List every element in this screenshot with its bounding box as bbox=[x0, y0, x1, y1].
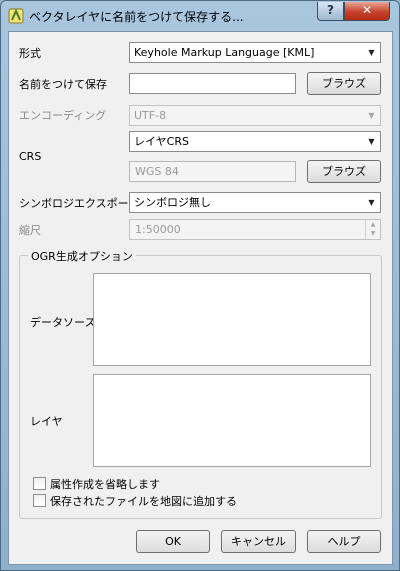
format-value: Keyhole Markup Language [KML] bbox=[134, 46, 315, 59]
format-dropdown[interactable]: Keyhole Markup Language [KML] ▼ bbox=[129, 42, 381, 63]
crs-dropdown[interactable]: レイヤCRS ▼ bbox=[129, 131, 381, 152]
scale-value: 1:50000 bbox=[135, 223, 181, 236]
format-label: 形式 bbox=[19, 47, 41, 60]
layer-label: レイヤ bbox=[30, 415, 63, 428]
browse-file-button[interactable]: ブラウズ bbox=[307, 72, 381, 95]
save-vector-layer-dialog: ベクタレイヤに名前をつけて保存する... ? ✕ 形式 Keyhole Mark… bbox=[0, 0, 400, 571]
symbology-label: シンボロジエクスポート bbox=[19, 197, 140, 210]
save-as-input[interactable] bbox=[129, 73, 296, 94]
spin-down-icon: ▼ bbox=[370, 230, 376, 237]
layer-options-textarea[interactable] bbox=[93, 374, 371, 467]
chevron-down-icon: ▼ bbox=[368, 198, 375, 207]
browse-crs-button[interactable]: ブラウズ bbox=[307, 160, 381, 183]
ok-button[interactable]: OK bbox=[136, 530, 210, 553]
add-to-map-label: 保存されたファイルを地図に追加する bbox=[50, 495, 237, 508]
crs-label: CRS bbox=[19, 150, 42, 163]
title-help-button[interactable]: ? bbox=[317, 2, 344, 21]
title-bar[interactable]: ベクタレイヤに名前をつけて保存する... ? ✕ bbox=[1, 1, 399, 31]
symbology-value: シンボロジ無し bbox=[134, 196, 211, 209]
skip-attributes-checkbox[interactable] bbox=[33, 477, 46, 490]
add-to-map-checkbox[interactable] bbox=[33, 494, 46, 507]
datasource-label: データソース bbox=[30, 316, 96, 329]
qgis-app-icon bbox=[8, 8, 24, 24]
crs-value: レイヤCRS bbox=[134, 135, 189, 148]
window-title: ベクタレイヤに名前をつけて保存する... bbox=[29, 10, 244, 24]
encoding-label: エンコーディング bbox=[19, 109, 107, 122]
scale-label: 縮尺 bbox=[19, 224, 41, 237]
ogr-options-group: OGR生成オプション データソース レイヤ 属性作成を省略します 保存されたファ… bbox=[19, 248, 382, 519]
dialog-body: 形式 Keyhole Markup Language [KML] ▼ 名前をつけ… bbox=[8, 31, 393, 565]
encoding-value: UTF-8 bbox=[134, 109, 167, 122]
save-as-label: 名前をつけて保存 bbox=[19, 78, 107, 91]
spin-up-icon: ▲ bbox=[370, 221, 376, 228]
close-button[interactable]: ✕ bbox=[344, 2, 390, 21]
crs-name-field: WGS 84 bbox=[129, 161, 296, 182]
chevron-down-icon: ▼ bbox=[368, 111, 375, 120]
chevron-down-icon: ▼ bbox=[368, 48, 375, 57]
datasource-options-textarea[interactable] bbox=[93, 273, 371, 366]
scale-spinbox[interactable]: 1:50000 ▲ ▼ bbox=[129, 219, 381, 240]
ogr-group-title: OGR生成オプション bbox=[28, 248, 136, 264]
chevron-down-icon: ▼ bbox=[368, 137, 375, 146]
help-button[interactable]: ヘルプ bbox=[307, 530, 381, 553]
cancel-button[interactable]: キャンセル bbox=[221, 530, 296, 553]
symbology-dropdown[interactable]: シンボロジ無し ▼ bbox=[129, 192, 381, 213]
scale-spin-buttons[interactable]: ▲ ▼ bbox=[365, 220, 380, 239]
skip-attributes-label: 属性作成を省略します bbox=[50, 478, 160, 491]
encoding-dropdown[interactable]: UTF-8 ▼ bbox=[129, 105, 381, 126]
